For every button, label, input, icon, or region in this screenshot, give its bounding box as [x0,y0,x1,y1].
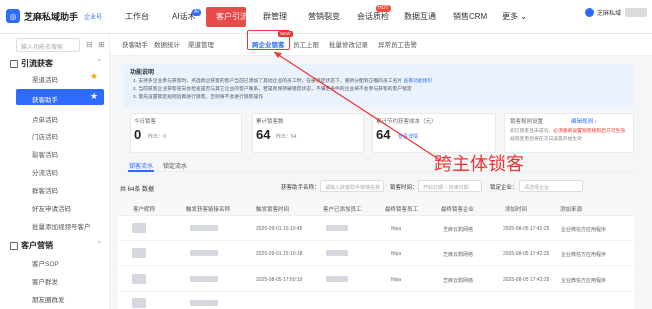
annotation-arrow [273,51,441,161]
app-root: ◎ 芝麻私域助手 企业号 工作台 AI话术 AI 客户引流 群管理 营销裂变 会… [0,0,652,309]
annotation-label: 跨主体锁客 [434,154,524,174]
